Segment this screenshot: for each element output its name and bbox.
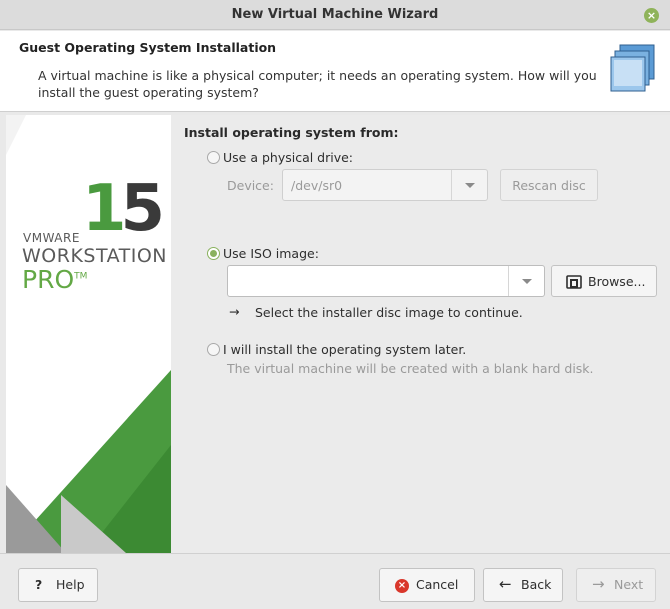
browse-disc-icon <box>566 275 582 289</box>
physical-drive-label: Use a physical drive: <box>223 150 354 165</box>
arrow-right-icon: → <box>229 304 240 319</box>
section-label: Install operating system from: <box>184 125 399 140</box>
radio-iso-image[interactable] <box>207 247 220 260</box>
brand-workstation: WORKSTATION <box>22 245 167 267</box>
version-number: 15 <box>82 172 165 246</box>
install-options-panel: Install operating system from: Use a phy… <box>171 115 670 553</box>
wizard-header: Guest Operating System Installation A vi… <box>0 31 670 112</box>
arrow-left-icon: ← <box>499 575 512 593</box>
back-button[interactable]: ← Back <box>483 568 563 602</box>
page-title: Guest Operating System Installation <box>19 40 277 55</box>
chevron-down-icon[interactable] <box>508 266 544 296</box>
wizard-footer: ? Help × Cancel ← Back → Next <box>0 553 670 609</box>
install-later-label: I will install the operating system late… <box>223 342 467 357</box>
page-description: A virtual machine is like a physical com… <box>38 68 597 100</box>
next-button[interactable]: → Next <box>576 568 656 602</box>
product-banner: 15 VMWARE WORKSTATION PROTM <box>6 115 171 553</box>
device-label: Device: <box>227 178 274 193</box>
radio-physical-drive[interactable] <box>207 151 220 164</box>
arrow-right-icon: → <box>592 575 605 593</box>
title-bar: New Virtual Machine Wizard × <box>0 0 670 30</box>
help-icon: ? <box>35 577 43 592</box>
iso-path-combo[interactable] <box>227 265 545 297</box>
device-select[interactable]: /dev/sr0 <box>282 169 488 201</box>
chevron-down-icon[interactable] <box>451 170 487 200</box>
close-icon[interactable]: × <box>644 8 659 23</box>
help-button[interactable]: ? Help <box>18 568 98 602</box>
browse-button[interactable]: Browse... <box>551 265 657 297</box>
iso-hint: Select the installer disc image to conti… <box>255 305 523 320</box>
rescan-disc-button[interactable]: Rescan disc <box>500 169 598 201</box>
window-title: New Virtual Machine Wizard <box>231 7 439 22</box>
install-later-hint: The virtual machine will be created with… <box>227 361 594 376</box>
radio-install-later[interactable] <box>207 343 220 356</box>
brand-vmware: VMWARE <box>23 231 80 245</box>
brand-pro: PROTM <box>22 265 88 294</box>
iso-image-label: Use ISO image: <box>223 246 319 261</box>
cancel-icon: × <box>395 579 409 593</box>
cancel-button[interactable]: × Cancel <box>379 568 475 602</box>
device-value: /dev/sr0 <box>291 178 343 193</box>
vm-stack-icon <box>610 44 655 92</box>
